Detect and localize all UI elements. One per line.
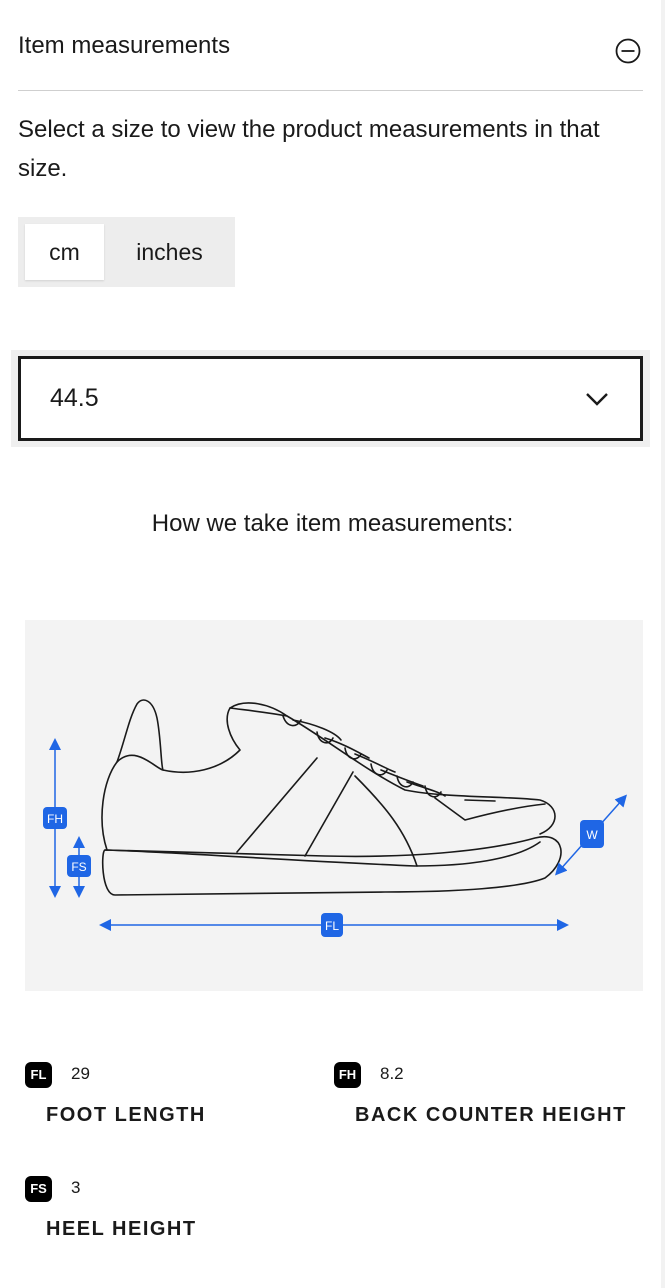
measurement-label: HEEL HEIGHT — [46, 1218, 197, 1240]
unit-option-inches[interactable]: inches — [118, 224, 221, 280]
unit-option-cm[interactable]: cm — [25, 224, 104, 280]
size-select-value: 44.5 — [50, 384, 99, 412]
size-select[interactable]: 44.5 — [18, 356, 643, 441]
measurement-value: 29 — [71, 1064, 90, 1083]
measurements-header[interactable]: Item measurements — [18, 28, 643, 91]
sneaker-illustration — [101, 699, 562, 896]
measurement-diagram: FH FS FL W — [25, 620, 643, 991]
dimension-label-fl: FL — [325, 919, 339, 933]
chevron-down-icon — [584, 387, 610, 411]
dimension-label-fh: FH — [47, 812, 63, 826]
measurement-label: BACK COUNTER HEIGHT — [355, 1104, 627, 1126]
measurement-value: 8.2 — [380, 1064, 404, 1083]
unit-toggle: cm inches — [18, 217, 235, 287]
diagram-title: How we take item measurements: — [151, 510, 514, 537]
dimension-tag-fl: FL — [321, 913, 343, 937]
dimension-tag-w: W — [580, 820, 604, 848]
section-title: Item measurements — [18, 32, 231, 59]
dimension-label-w: W — [586, 828, 598, 842]
measurement-value: 3 — [71, 1178, 81, 1197]
intro-text: Select a size to view the product measur… — [18, 116, 600, 182]
measurement-label: FOOT LENGTH — [46, 1104, 206, 1126]
scroll-edge — [661, 0, 665, 1288]
size-select-wrapper: 44.5 — [11, 350, 650, 447]
measurement-code-badge: FH — [334, 1062, 361, 1088]
minus-circle-icon[interactable] — [615, 38, 641, 64]
measurement-code-badge: FL — [25, 1062, 52, 1088]
dimension-label-fs: FS — [71, 860, 86, 874]
dimension-tag-fs: FS — [67, 855, 91, 877]
measurement-code-badge: FS — [25, 1176, 52, 1202]
dimension-lines — [49, 738, 627, 931]
dimension-tag-fh: FH — [43, 807, 67, 829]
